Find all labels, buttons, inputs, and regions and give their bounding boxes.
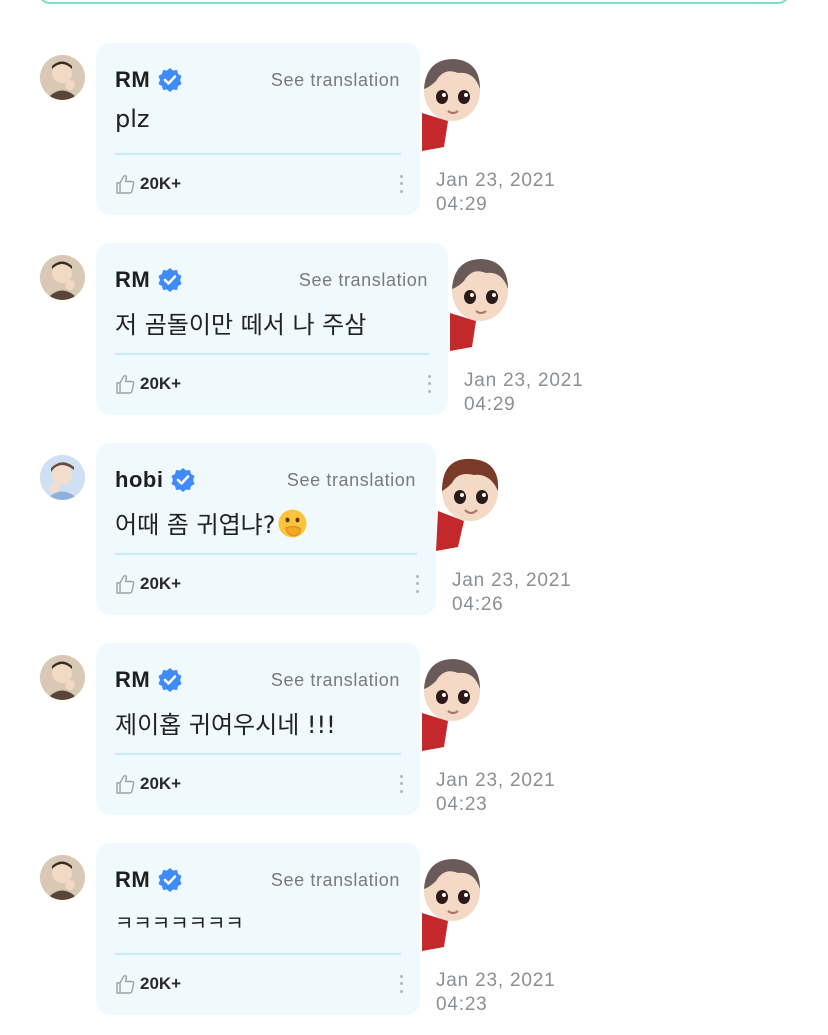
bear-sticker-image: [442, 251, 512, 351]
comment-time: 04:29: [436, 194, 488, 215]
verified-badge-icon: [157, 667, 183, 693]
avatar[interactable]: [40, 855, 85, 900]
comment-item: RM See translation 제이홉 귀여우시네 !!! 20K+ Ja…: [0, 643, 828, 818]
comment-item: RM See translation ㅋㅋㅋㅋㅋㅋㅋ 20K+ Jan 23, …: [0, 843, 828, 1018]
comment-input-field[interactable]: [38, 0, 790, 4]
comment-author[interactable]: RM: [115, 667, 150, 693]
comment-timestamp: Jan 23, 2021 04:23: [436, 969, 555, 1017]
see-translation-button[interactable]: See translation: [271, 870, 400, 891]
comment-timestamp: Jan 23, 2021 04:26: [452, 569, 571, 617]
comment-bubble: RM See translation ㅋㅋㅋㅋㅋㅋㅋ 20K+: [96, 843, 420, 1015]
comment-time: 04:29: [464, 394, 516, 415]
comment-item: hobi See translation 어때 좀 귀엽냐? 20K+ Jan …: [0, 443, 828, 618]
like-count: 20K+: [140, 574, 182, 593]
thumbs-up-icon: [114, 573, 136, 595]
like-button[interactable]: 20K+: [114, 173, 181, 195]
face-with-hand-over-mouth-emoji: [277, 508, 308, 539]
divider: [115, 753, 401, 755]
comment-text: ㅋㅋㅋㅋㅋㅋㅋ: [115, 911, 244, 935]
comment-time: 04:23: [436, 994, 488, 1015]
comment-item: RM See translation 저 곰돌이만 떼서 나 주삼 20K+ J…: [0, 243, 828, 418]
comment-date: Jan 23, 2021: [436, 170, 556, 191]
like-count: 20K+: [140, 374, 182, 393]
see-translation-button[interactable]: See translation: [271, 70, 400, 91]
avatar[interactable]: [40, 55, 85, 100]
verified-badge-icon: [157, 267, 183, 293]
verified-badge-icon: [157, 867, 183, 893]
avatar[interactable]: [40, 255, 85, 300]
more-options-button[interactable]: [412, 573, 422, 595]
avatar[interactable]: [40, 655, 85, 700]
see-translation-button[interactable]: See translation: [299, 270, 428, 291]
more-options-button[interactable]: [424, 373, 434, 395]
more-options-button[interactable]: [396, 173, 406, 195]
bear-sticker-image: [414, 651, 484, 751]
bear-sticker-image: [432, 451, 502, 551]
like-button[interactable]: 20K+: [114, 773, 181, 795]
more-options-button[interactable]: [396, 973, 406, 995]
see-translation-button[interactable]: See translation: [271, 670, 400, 691]
comment-text: 저 곰돌이만 떼서 나 주삼: [115, 311, 367, 339]
comment-author[interactable]: RM: [115, 267, 150, 293]
comment-text-content: 어때 좀 귀엽냐?: [115, 511, 276, 539]
comment-date: Jan 23, 2021: [436, 770, 556, 791]
divider: [115, 953, 401, 955]
like-count: 20K+: [140, 974, 182, 993]
verified-badge-icon: [170, 467, 196, 493]
verified-badge-icon: [157, 67, 183, 93]
comment-bubble: RM See translation 저 곰돌이만 떼서 나 주삼 20K+: [96, 243, 448, 415]
comment-text: plz: [115, 105, 150, 133]
comment-bubble: hobi See translation 어때 좀 귀엽냐? 20K+: [96, 443, 436, 615]
bear-sticker-image: [414, 51, 484, 151]
comment-date: Jan 23, 2021: [436, 970, 556, 991]
thumbs-up-icon: [114, 373, 136, 395]
comment-item: RM See translation plz 20K+ Jan 23, 2021…: [0, 43, 828, 218]
comment-author[interactable]: RM: [115, 67, 150, 93]
divider: [115, 553, 417, 555]
like-count: 20K+: [140, 774, 182, 793]
comment-time: 04:26: [452, 594, 504, 615]
comment-date: Jan 23, 2021: [464, 370, 584, 391]
see-translation-button[interactable]: See translation: [287, 470, 416, 491]
like-button[interactable]: 20K+: [114, 973, 181, 995]
more-options-button[interactable]: [396, 773, 406, 795]
divider: [115, 353, 429, 355]
like-count: 20K+: [140, 174, 182, 193]
comment-bubble: RM See translation 제이홉 귀여우시네 !!! 20K+: [96, 643, 420, 815]
thumbs-up-icon: [114, 173, 136, 195]
comment-feed: RM See translation plz 20K+ Jan 23, 2021…: [0, 0, 828, 1035]
avatar[interactable]: [40, 455, 85, 500]
comment-author[interactable]: RM: [115, 867, 150, 893]
bear-sticker-image: [414, 851, 484, 951]
like-button[interactable]: 20K+: [114, 373, 181, 395]
comment-time: 04:23: [436, 794, 488, 815]
comment-bubble: RM See translation plz 20K+: [96, 43, 420, 215]
comment-timestamp: Jan 23, 2021 04:23: [436, 769, 555, 817]
comment-date: Jan 23, 2021: [452, 570, 572, 591]
comment-timestamp: Jan 23, 2021 04:29: [436, 169, 555, 217]
divider: [115, 153, 401, 155]
comment-text: 제이홉 귀여우시네 !!!: [115, 711, 336, 739]
thumbs-up-icon: [114, 973, 136, 995]
thumbs-up-icon: [114, 773, 136, 795]
like-button[interactable]: 20K+: [114, 573, 181, 595]
comment-text: 어때 좀 귀엽냐?: [115, 505, 308, 540]
comment-author[interactable]: hobi: [115, 467, 163, 493]
comment-timestamp: Jan 23, 2021 04:29: [464, 369, 583, 417]
